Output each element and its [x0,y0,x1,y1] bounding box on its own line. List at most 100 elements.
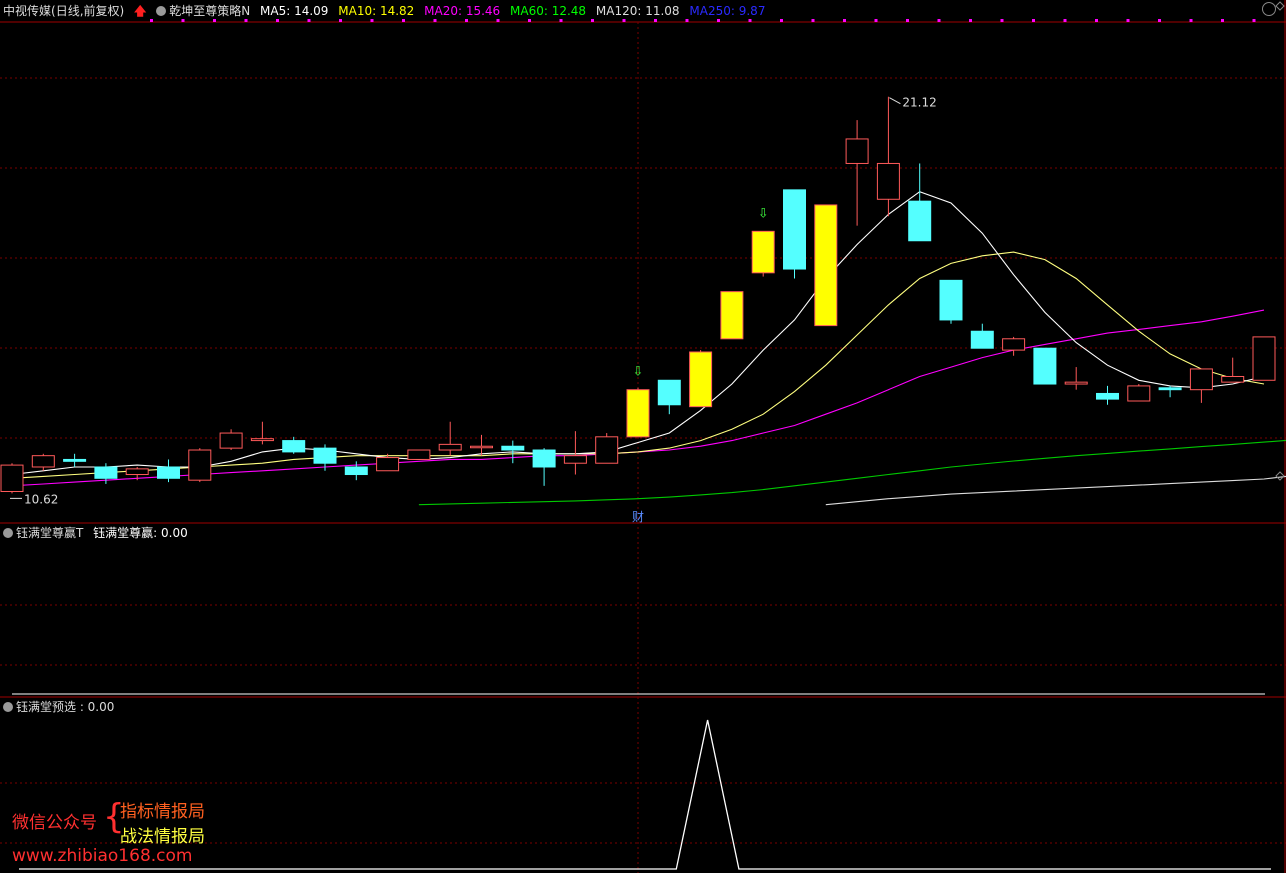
panel3-settings-icon[interactable] [3,702,13,712]
top-dot [780,19,783,22]
panel3-title[interactable]: 钰满堂预选 : 0.00 [16,700,114,714]
candle [63,453,87,467]
candle-body [814,204,838,327]
candle [908,163,932,242]
chart-markers: 21.12 10.62 财 [10,1,1285,524]
indicator-name[interactable]: 乾坤至尊策略N [169,4,250,18]
candle-body [376,457,400,472]
high-price-label: 21.12 [902,96,936,110]
candle-body [31,455,55,468]
ma10-value: MA10: 14.82 [338,4,415,18]
expand-diamond-icon [1275,1,1285,11]
candle-body [876,162,900,200]
candle [157,459,180,483]
candle [282,436,306,454]
up-arrow-icon: 🡅 [134,4,147,18]
candle-body [1033,347,1057,385]
top-dot [906,19,909,22]
top-dot [843,19,846,22]
candle [1252,336,1276,381]
top-dot [969,19,972,22]
top-dot [1252,19,1256,22]
candle-body [313,447,337,464]
indicator3-line [19,719,1271,870]
candle [1096,385,1119,405]
candle-body [1002,338,1026,351]
candle: ⇩ [626,365,650,438]
candle [1221,357,1245,383]
candle [595,433,619,464]
candle [970,323,994,349]
candle-body [1189,368,1213,391]
candle-body [657,379,681,406]
period-label: (日线,前复权) [51,4,125,18]
top-dot [1095,19,1098,22]
panel2-settings-icon[interactable] [3,528,13,538]
candle [1189,368,1213,403]
candle-body [63,458,87,462]
candle [31,453,55,471]
candle-body [250,438,274,442]
candle [250,421,274,445]
candle-body [595,436,619,464]
candles: ⇩⇩ [0,96,1276,494]
down-arrow-icon: ⇩ [758,206,769,221]
candle [0,463,24,494]
ma120-value: MA120: 11.08 [595,4,680,18]
watermark-url: www.zhibiao168.com [12,846,193,866]
candle-body [1158,387,1182,391]
top-dot [811,19,815,22]
top-dot [1189,19,1193,22]
candle [470,434,493,456]
candle [532,448,556,486]
stock-name: 中视传媒 [3,4,52,18]
candle [1127,384,1151,402]
high-price-pointer [889,97,901,105]
candle-body [532,449,556,468]
candle-body [783,189,806,270]
candle-body [1096,392,1119,400]
candle: ⇩ [751,206,775,277]
top-dot [1158,19,1161,22]
candle-body [94,466,118,479]
ma5-value: MA5: 14.09 [260,4,329,18]
chart-canvas: ⇩⇩ 21.1210.62财 [0,0,1286,873]
candle [1033,347,1057,385]
finance-marker: 财 [632,510,644,524]
candle-body [344,466,368,476]
watermark-line1: 指标情报局 [120,802,205,822]
ma250-value: MA250: 9.87 [689,4,766,18]
watermark-left: 微信公众号 [12,813,97,833]
top-dot [937,19,941,22]
panel3-header: 钰满堂预选 : 0.00 [3,697,120,717]
candle-body [939,279,963,321]
low-price-label: 10.62 [24,492,58,506]
candle-body [219,432,243,449]
top-dot [1221,19,1224,22]
candle-body [626,389,650,438]
ma20-value: MA20: 15.46 [424,4,501,18]
down-arrow-icon: ⇩ [633,365,644,380]
top-dot [1000,19,1004,22]
indicator3-plot [19,719,1271,870]
main-panel-header: 中视传媒(日线,前复权) 🡅 乾坤至尊策略N MA5: 14.09 MA10: … [3,1,771,21]
panel2-header: 钰满堂尊赢T 钰满堂尊赢: 0.00 [3,523,194,543]
candle-body [563,455,587,464]
candle-body [751,230,775,274]
candle-body [157,466,180,479]
settings-circle-icon[interactable] [156,6,167,16]
ma120-line [825,475,1286,506]
candle-body [1064,381,1088,385]
top-dot [1063,19,1067,22]
candle-body [470,445,493,449]
candle-body [438,443,462,451]
candle [188,448,212,483]
top-dot [1126,19,1130,22]
candle [1158,385,1182,398]
candle [814,204,838,327]
candle [939,279,963,324]
window-controls[interactable] [1262,2,1276,16]
scroll-diamond-icon [1275,471,1285,481]
panel2-title[interactable]: 钰满堂尊赢T [16,526,83,540]
candle [219,429,243,451]
